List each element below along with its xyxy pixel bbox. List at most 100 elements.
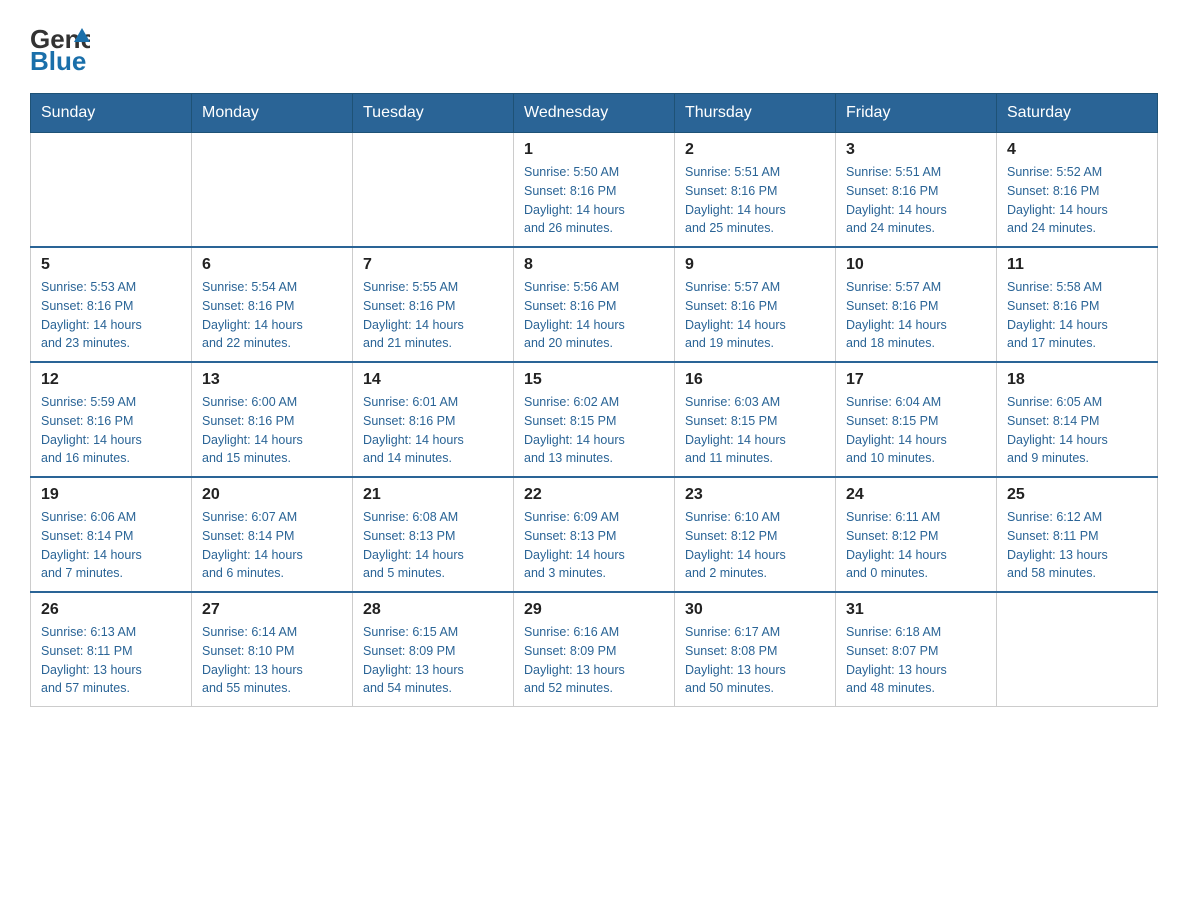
calendar-cell: 23 Sunrise: 6:10 AM Sunset: 8:12 PM Dayli… — [675, 477, 836, 592]
calendar-cell: 13 Sunrise: 6:00 AM Sunset: 8:16 PM Dayli… — [192, 362, 353, 477]
day-info: Sunrise: 6:05 AM Sunset: 8:14 PM Dayligh… — [1007, 393, 1147, 468]
day-info: Sunrise: 5:55 AM Sunset: 8:16 PM Dayligh… — [363, 278, 503, 353]
calendar-cell: 22 Sunrise: 6:09 AM Sunset: 8:13 PM Dayli… — [514, 477, 675, 592]
day-number: 24 — [846, 486, 986, 504]
day-info: Sunrise: 5:50 AM Sunset: 8:16 PM Dayligh… — [524, 163, 664, 238]
page-header: General Blue — [30, 20, 1158, 75]
logo-icon: General Blue — [30, 20, 90, 75]
calendar-cell: 26 Sunrise: 6:13 AM Sunset: 8:11 PM Dayli… — [31, 592, 192, 707]
day-info: Sunrise: 6:09 AM Sunset: 8:13 PM Dayligh… — [524, 508, 664, 583]
day-number: 21 — [363, 486, 503, 504]
day-info: Sunrise: 6:11 AM Sunset: 8:12 PM Dayligh… — [846, 508, 986, 583]
day-number: 20 — [202, 486, 342, 504]
day-info: Sunrise: 5:57 AM Sunset: 8:16 PM Dayligh… — [846, 278, 986, 353]
day-number: 16 — [685, 371, 825, 389]
day-header-friday: Friday — [836, 94, 997, 133]
day-info: Sunrise: 5:56 AM Sunset: 8:16 PM Dayligh… — [524, 278, 664, 353]
day-info: Sunrise: 5:52 AM Sunset: 8:16 PM Dayligh… — [1007, 163, 1147, 238]
day-number: 5 — [41, 256, 181, 274]
day-header-tuesday: Tuesday — [353, 94, 514, 133]
calendar-cell: 19 Sunrise: 6:06 AM Sunset: 8:14 PM Dayli… — [31, 477, 192, 592]
day-number: 3 — [846, 141, 986, 159]
day-number: 23 — [685, 486, 825, 504]
day-number: 6 — [202, 256, 342, 274]
day-number: 19 — [41, 486, 181, 504]
svg-text:Blue: Blue — [30, 46, 86, 75]
calendar-cell: 4 Sunrise: 5:52 AM Sunset: 8:16 PM Daylig… — [997, 133, 1158, 248]
calendar-cell: 10 Sunrise: 5:57 AM Sunset: 8:16 PM Dayli… — [836, 247, 997, 362]
day-number: 1 — [524, 141, 664, 159]
calendar-cell: 17 Sunrise: 6:04 AM Sunset: 8:15 PM Dayli… — [836, 362, 997, 477]
day-number: 4 — [1007, 141, 1147, 159]
week-row-4: 19 Sunrise: 6:06 AM Sunset: 8:14 PM Dayli… — [31, 477, 1158, 592]
calendar-cell: 14 Sunrise: 6:01 AM Sunset: 8:16 PM Dayli… — [353, 362, 514, 477]
day-number: 12 — [41, 371, 181, 389]
day-info: Sunrise: 6:08 AM Sunset: 8:13 PM Dayligh… — [363, 508, 503, 583]
calendar-cell: 29Sunrise: 6:16 AM Sunset: 8:09 PM Dayli… — [514, 592, 675, 707]
day-number: 9 — [685, 256, 825, 274]
calendar-cell: 21 Sunrise: 6:08 AM Sunset: 8:13 PM Dayli… — [353, 477, 514, 592]
day-number: 17 — [846, 371, 986, 389]
calendar-cell — [353, 133, 514, 248]
calendar-cell: 5Sunrise: 5:53 AM Sunset: 8:16 PM Daylig… — [31, 247, 192, 362]
calendar-cell: 3Sunrise: 5:51 AM Sunset: 8:16 PM Daylig… — [836, 133, 997, 248]
calendar-cell: 1 Sunrise: 5:50 AM Sunset: 8:16 PM Daylig… — [514, 133, 675, 248]
calendar-cell: 6 Sunrise: 5:54 AM Sunset: 8:16 PM Daylig… — [192, 247, 353, 362]
day-info: Sunrise: 5:58 AM Sunset: 8:16 PM Dayligh… — [1007, 278, 1147, 353]
calendar-cell: 28 Sunrise: 6:15 AM Sunset: 8:09 PM Dayli… — [353, 592, 514, 707]
calendar-cell: 12 Sunrise: 5:59 AM Sunset: 8:16 PM Dayli… — [31, 362, 192, 477]
day-number: 31 — [846, 601, 986, 619]
day-info: Sunrise: 5:59 AM Sunset: 8:16 PM Dayligh… — [41, 393, 181, 468]
day-info: Sunrise: 5:51 AM Sunset: 8:16 PM Dayligh… — [685, 163, 825, 238]
day-info: Sunrise: 5:57 AM Sunset: 8:16 PM Dayligh… — [685, 278, 825, 353]
day-number: 26 — [41, 601, 181, 619]
day-number: 7 — [363, 256, 503, 274]
day-number: 30 — [685, 601, 825, 619]
calendar-cell: 30 Sunrise: 6:17 AM Sunset: 8:08 PM Dayli… — [675, 592, 836, 707]
day-info: Sunrise: 6:14 AM Sunset: 8:10 PM Dayligh… — [202, 623, 342, 698]
day-number: 10 — [846, 256, 986, 274]
day-number: 14 — [363, 371, 503, 389]
day-number: 28 — [363, 601, 503, 619]
day-info: Sunrise: 6:01 AM Sunset: 8:16 PM Dayligh… — [363, 393, 503, 468]
day-info: Sunrise: 6:12 AM Sunset: 8:11 PM Dayligh… — [1007, 508, 1147, 583]
day-info: Sunrise: 6:02 AM Sunset: 8:15 PM Dayligh… — [524, 393, 664, 468]
week-row-1: 1 Sunrise: 5:50 AM Sunset: 8:16 PM Daylig… — [31, 133, 1158, 248]
day-header-thursday: Thursday — [675, 94, 836, 133]
calendar-cell: 2 Sunrise: 5:51 AM Sunset: 8:16 PM Daylig… — [675, 133, 836, 248]
day-number: 29 — [524, 601, 664, 619]
calendar-cell: 18 Sunrise: 6:05 AM Sunset: 8:14 PM Dayli… — [997, 362, 1158, 477]
day-info: Sunrise: 6:04 AM Sunset: 8:15 PM Dayligh… — [846, 393, 986, 468]
day-number: 2 — [685, 141, 825, 159]
day-info: Sunrise: 6:10 AM Sunset: 8:12 PM Dayligh… — [685, 508, 825, 583]
week-row-5: 26 Sunrise: 6:13 AM Sunset: 8:11 PM Dayli… — [31, 592, 1158, 707]
day-number: 25 — [1007, 486, 1147, 504]
day-info: Sunrise: 6:15 AM Sunset: 8:09 PM Dayligh… — [363, 623, 503, 698]
day-number: 8 — [524, 256, 664, 274]
calendar-cell: 16Sunrise: 6:03 AM Sunset: 8:15 PM Dayli… — [675, 362, 836, 477]
calendar-cell — [192, 133, 353, 248]
calendar-cell: 24 Sunrise: 6:11 AM Sunset: 8:12 PM Dayli… — [836, 477, 997, 592]
day-header-sunday: Sunday — [31, 94, 192, 133]
day-info: Sunrise: 6:00 AM Sunset: 8:16 PM Dayligh… — [202, 393, 342, 468]
calendar-cell — [31, 133, 192, 248]
day-number: 22 — [524, 486, 664, 504]
week-row-2: 5Sunrise: 5:53 AM Sunset: 8:16 PM Daylig… — [31, 247, 1158, 362]
day-info: Sunrise: 6:17 AM Sunset: 8:08 PM Dayligh… — [685, 623, 825, 698]
day-info: Sunrise: 6:13 AM Sunset: 8:11 PM Dayligh… — [41, 623, 181, 698]
calendar-cell: 15Sunrise: 6:02 AM Sunset: 8:15 PM Dayli… — [514, 362, 675, 477]
day-info: Sunrise: 6:06 AM Sunset: 8:14 PM Dayligh… — [41, 508, 181, 583]
week-row-3: 12 Sunrise: 5:59 AM Sunset: 8:16 PM Dayli… — [31, 362, 1158, 477]
day-header-saturday: Saturday — [997, 94, 1158, 133]
day-number: 18 — [1007, 371, 1147, 389]
day-header-wednesday: Wednesday — [514, 94, 675, 133]
calendar-cell: 20 Sunrise: 6:07 AM Sunset: 8:14 PM Dayli… — [192, 477, 353, 592]
day-number: 27 — [202, 601, 342, 619]
day-number: 13 — [202, 371, 342, 389]
day-info: Sunrise: 6:07 AM Sunset: 8:14 PM Dayligh… — [202, 508, 342, 583]
day-header-monday: Monday — [192, 94, 353, 133]
day-info: Sunrise: 5:54 AM Sunset: 8:16 PM Dayligh… — [202, 278, 342, 353]
calendar-cell: 31Sunrise: 6:18 AM Sunset: 8:07 PM Dayli… — [836, 592, 997, 707]
calendar-cell: 25 Sunrise: 6:12 AM Sunset: 8:11 PM Dayli… — [997, 477, 1158, 592]
day-number: 11 — [1007, 256, 1147, 274]
